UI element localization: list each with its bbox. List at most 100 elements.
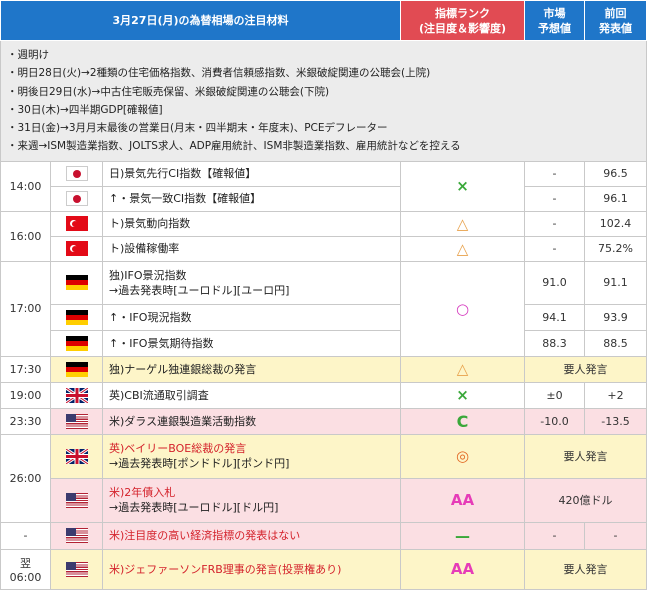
us-flag-icon bbox=[65, 561, 88, 577]
germany-flag-icon bbox=[65, 275, 88, 291]
forecast-column-header: 市場 予想値 bbox=[524, 0, 586, 41]
time-cell: 16:00 bbox=[0, 210, 51, 262]
event-name: ↑・IFO現況指数 bbox=[101, 303, 402, 331]
event-name: 米)注目度の高い経済指標の発表はない bbox=[101, 521, 402, 550]
time-cell: 23:30 bbox=[0, 407, 51, 435]
flag-cell bbox=[50, 210, 103, 237]
flag-cell bbox=[50, 355, 103, 383]
rank-symbol: ○ bbox=[455, 299, 470, 318]
event-name: ↑・IFO景気期待指数 bbox=[101, 329, 402, 357]
summary-line: ・来週→ISM製造業指数、JOLTS求人、ADP雇用統計、ISM非製造業指数、雇… bbox=[7, 140, 461, 153]
forecast-value: 94.1 bbox=[524, 303, 586, 331]
rank-cell: AA bbox=[400, 548, 526, 590]
event-row: 17:00 独)IFO景況指数 →過去発表時[ユーロドル][ユーロ円] ○ 91… bbox=[0, 260, 648, 357]
event-title: 英)ベイリーBOE総裁の発言 bbox=[109, 442, 247, 456]
time-cell: 14:00 bbox=[0, 160, 51, 212]
event-row: 23:30 米)ダラス連銀製造業活動指数 C -10.0 -13.5 bbox=[0, 407, 648, 435]
japan-flag-icon bbox=[65, 191, 88, 207]
us-flag-icon bbox=[65, 528, 88, 544]
turkey-flag-icon bbox=[65, 241, 88, 257]
note-cell: 要人発言 bbox=[524, 433, 648, 479]
event-name: ↑・景気一致CI指数【確報値】 bbox=[101, 185, 402, 212]
rank-cell: AA bbox=[400, 477, 526, 523]
us-flag-icon bbox=[65, 413, 88, 429]
previous-value: - bbox=[584, 521, 648, 550]
forecast-value: - bbox=[524, 235, 586, 262]
flag-cell bbox=[50, 477, 103, 523]
forecast-value: - bbox=[524, 521, 586, 550]
flag-cell bbox=[50, 329, 103, 357]
event-name: 独)IFO景況指数 →過去発表時[ユーロドル][ユーロ円] bbox=[101, 260, 402, 305]
rank-cell: △ bbox=[400, 235, 526, 262]
economic-calendar-table: 3月27日(月)の為替相場の注目材料 指標ランク (注目度＆影響度) 市場 予想… bbox=[0, 0, 648, 590]
note-cell: 要人発言 bbox=[524, 548, 648, 590]
time-prefix: 翌 bbox=[20, 556, 31, 570]
event-name: 英)ベイリーBOE総裁の発言 →過去発表時[ポンドドル][ポンド円] bbox=[101, 433, 402, 479]
rank-symbol: × bbox=[456, 177, 469, 196]
forecast-value: 88.3 bbox=[524, 329, 586, 357]
event-row: ↑・景気一致CI指数【確報値】 - 96.1 bbox=[1, 185, 648, 212]
event-name: ト)景気動向指数 bbox=[101, 210, 402, 237]
rank-symbol: △ bbox=[456, 239, 469, 258]
past-release-link[interactable]: →過去発表時[ユーロドル][ドル円] bbox=[109, 500, 400, 515]
event-name: 英)CBI流通取引調査 bbox=[101, 381, 402, 409]
summary-line: ・明日28日(火)→2種類の住宅価格指数、消費者信頼感指数、米銀破綻関連の公聴会… bbox=[7, 67, 431, 80]
forecast-value: - bbox=[524, 210, 586, 237]
flag-cell bbox=[50, 160, 103, 187]
time-cell: 翌 06:00 bbox=[0, 548, 51, 590]
past-release-link[interactable]: →過去発表時[ユーロドル][ユーロ円] bbox=[109, 283, 400, 298]
weekly-summary: ・週明け ・明日28日(火)→2種類の住宅価格指数、消費者信頼感指数、米銀破綻関… bbox=[0, 40, 648, 162]
time-cell: - bbox=[0, 521, 51, 550]
past-release-link[interactable]: →過去発表時[ポンドドル][ポンド円] bbox=[109, 456, 400, 471]
previous-value: 91.1 bbox=[584, 260, 648, 305]
forecast-value: 91.0 bbox=[524, 260, 586, 305]
previous-value: -13.5 bbox=[584, 407, 648, 435]
rank-symbol: × bbox=[456, 386, 469, 405]
note-cell: 420億ドル bbox=[524, 477, 648, 523]
previous-value: 75.2% bbox=[584, 235, 648, 262]
event-name: 米)ダラス連銀製造業活動指数 bbox=[101, 407, 402, 435]
event-row: 米)2年債入札 →過去発表時[ユーロドル][ドル円] AA 420億ドル bbox=[1, 477, 648, 523]
flag-cell bbox=[50, 235, 103, 262]
note-cell: 要人発言 bbox=[524, 355, 648, 383]
time-value: 06:00 bbox=[9, 570, 42, 584]
rank-cell: C bbox=[400, 407, 526, 435]
flag-cell bbox=[50, 260, 103, 305]
event-title: 米)2年債入札 bbox=[109, 486, 176, 500]
uk-flag-icon bbox=[65, 448, 88, 464]
time-cell: 17:00 bbox=[0, 260, 51, 357]
rank-symbol: △ bbox=[456, 214, 469, 233]
event-name[interactable]: 日)景気先行CI指数【確報値】 bbox=[101, 160, 402, 187]
japan-flag-icon bbox=[65, 166, 88, 182]
event-name: 独)ナーゲル独連銀総裁の発言 bbox=[101, 355, 402, 383]
forecast-value: -10.0 bbox=[524, 407, 586, 435]
event-row: 19:00 英)CBI流通取引調査 × ±0 +2 bbox=[0, 381, 648, 409]
previous-value: 102.4 bbox=[584, 210, 648, 237]
rank-column-header: 指標ランク (注目度＆影響度) bbox=[400, 0, 526, 41]
germany-flag-icon bbox=[65, 309, 88, 325]
rank-cell: × bbox=[400, 381, 526, 409]
event-row: 14:00 日)景気先行CI指数【確報値】 × - 96.5 bbox=[0, 160, 648, 212]
flag-cell bbox=[50, 407, 103, 435]
event-name: 米)ジェファーソンFRB理事の発言(投票権あり) bbox=[101, 548, 402, 590]
rank-cell: — bbox=[400, 521, 526, 550]
flag-cell bbox=[50, 381, 103, 409]
previous-value: 88.5 bbox=[584, 329, 648, 357]
previous-value: +2 bbox=[584, 381, 648, 409]
summary-line: ・31日(金)→3月月末最後の営業日(月末・四半期末・年度末)、PCEデフレータ… bbox=[7, 122, 388, 135]
germany-flag-icon bbox=[65, 361, 88, 377]
rank-cell: ◎ bbox=[400, 433, 526, 479]
flag-cell bbox=[50, 185, 103, 212]
us-flag-icon bbox=[65, 492, 88, 508]
uk-flag-icon bbox=[65, 387, 88, 403]
rank-cell: △ bbox=[400, 210, 526, 237]
flag-cell bbox=[50, 433, 103, 479]
forecast-value: - bbox=[524, 185, 586, 212]
rank-cell: △ bbox=[400, 355, 526, 383]
event-row: ↑・IFO現況指数 94.1 93.9 bbox=[1, 303, 648, 331]
forecast-value: - bbox=[524, 160, 586, 187]
rank-symbol: ◎ bbox=[455, 447, 470, 466]
rank-symbol: — bbox=[455, 526, 471, 545]
event-row: 17:30 独)ナーゲル独連銀総裁の発言 △ 要人発言 bbox=[0, 355, 648, 383]
page-title: 3月27日(月)の為替相場の注目材料 bbox=[0, 0, 402, 41]
